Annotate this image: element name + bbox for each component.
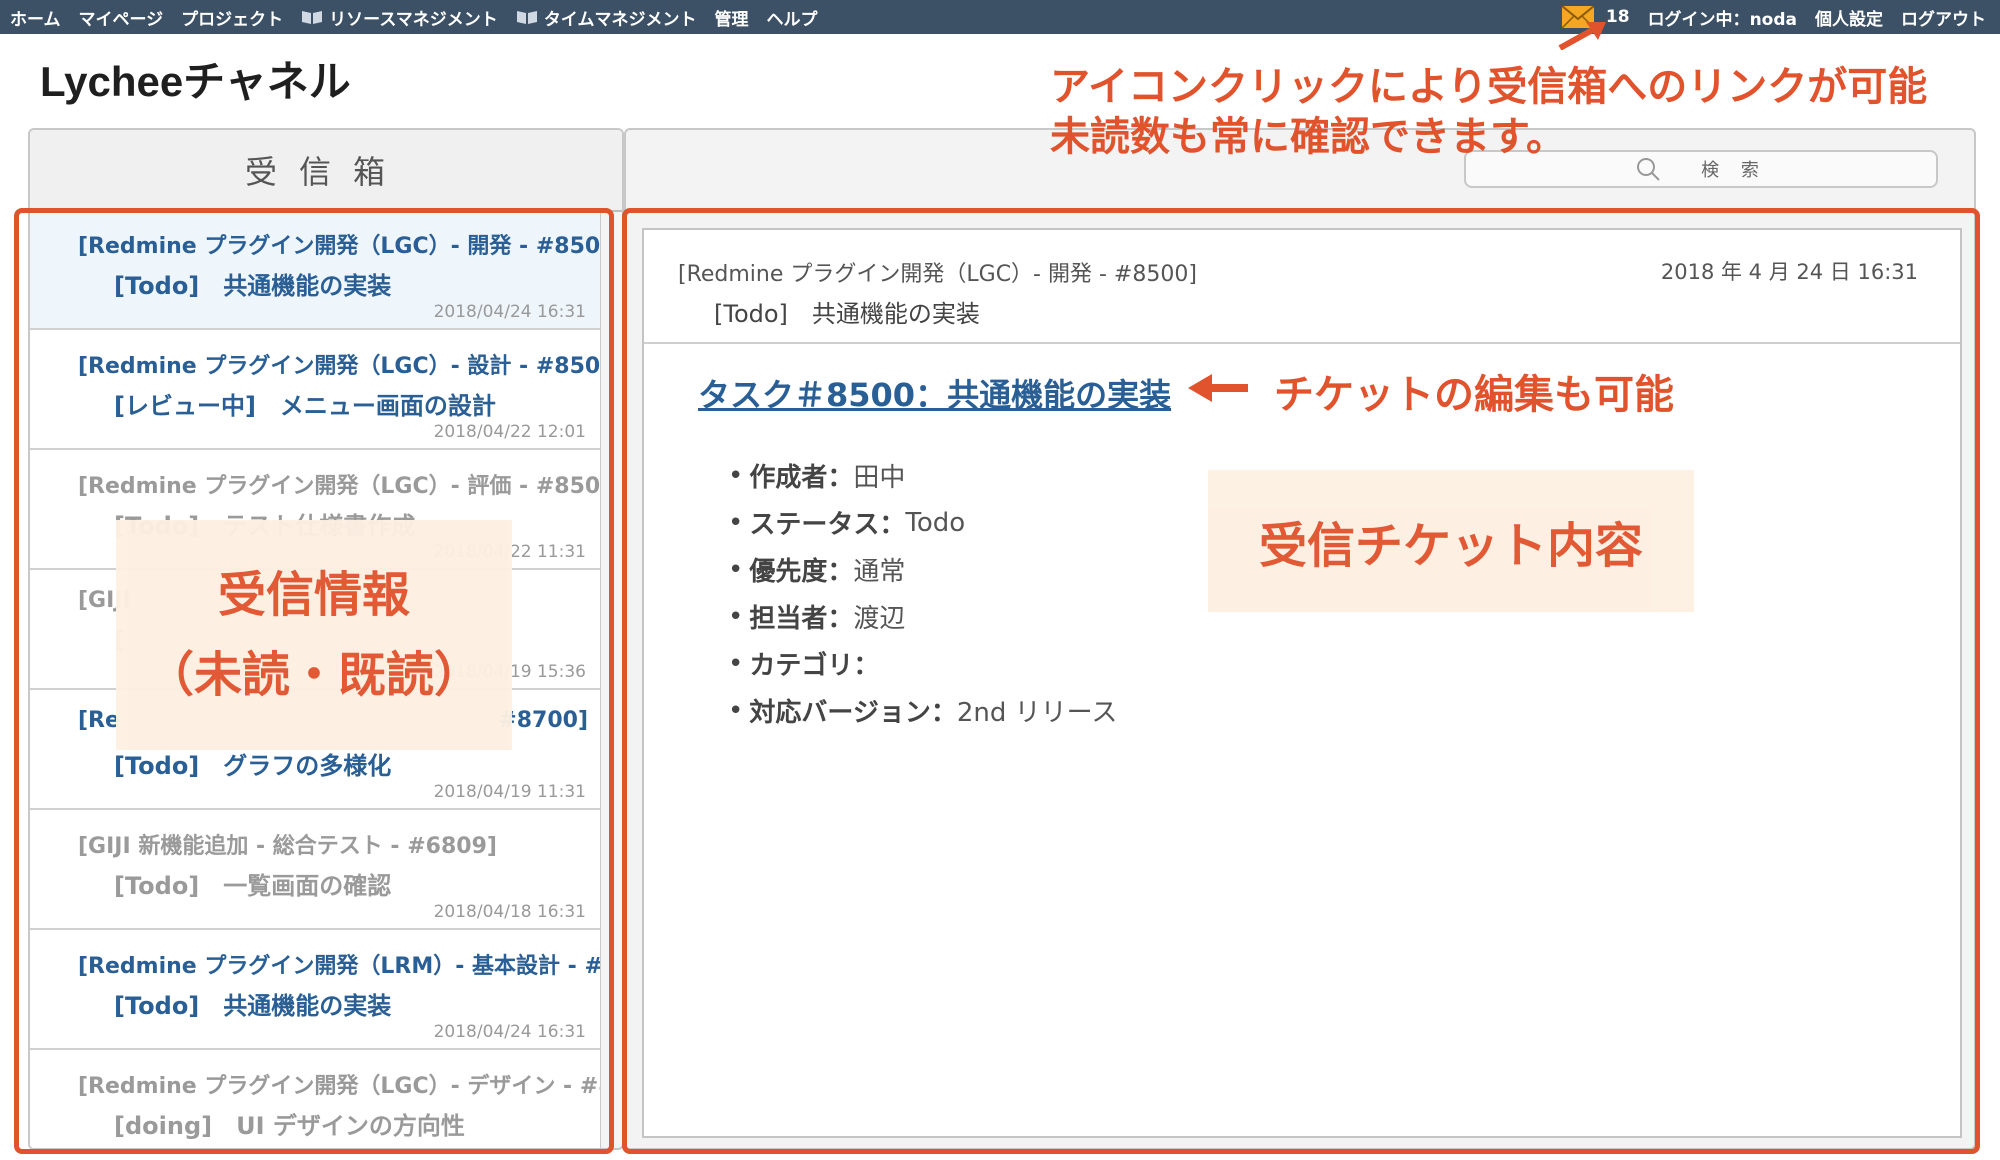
login-status: ログイン中：noda	[1648, 5, 1797, 30]
callout-top-line2: 未読数も常に確認できます。	[1050, 114, 1566, 160]
top-nav-bar: ホーム マイページ プロジェクト リソースマネジメント タイムマネジメント 管理…	[0, 0, 2000, 34]
nav-projects-label: プロジェクト	[181, 9, 284, 30]
nav-settings[interactable]: 個人設定	[1815, 5, 1883, 30]
received-info-line1: 受信情報	[217, 567, 410, 623]
nav-logout-label: ログアウト	[1901, 9, 1986, 30]
nav-resource[interactable]: リソースマネジメント	[301, 5, 498, 30]
nav-home[interactable]: ホーム	[10, 5, 61, 30]
nav-help[interactable]: ヘルプ	[766, 5, 817, 30]
nav-admin-label: 管理	[714, 9, 749, 30]
callout-edit: チケットの編集も可能	[1274, 372, 1674, 418]
received-info-note: 受信情報 （未読・既読）	[116, 520, 512, 750]
nav-mypage[interactable]: マイページ	[79, 5, 164, 30]
nav-time-label: タイムマネジメント	[543, 9, 697, 30]
unread-count: 18	[1605, 7, 1630, 27]
login-user[interactable]: noda	[1750, 10, 1797, 30]
nav-home-label: ホーム	[10, 9, 61, 30]
search-icon	[1637, 158, 1660, 181]
received-info-line2: （未読・既読）	[145, 647, 482, 703]
arrow-left-icon	[1188, 374, 1248, 402]
book-icon	[516, 11, 537, 24]
page-title: Lycheeチャネル	[40, 58, 351, 105]
inbox-header: 受信箱	[30, 130, 622, 212]
nav-help-label: ヘルプ	[766, 9, 818, 30]
nav-right: 18 ログイン中：noda 個人設定 ログアウト	[1561, 0, 1986, 34]
nav-time[interactable]: タイムマネジメント	[516, 5, 697, 30]
arrow-icon	[1558, 22, 1606, 50]
book-icon	[302, 11, 323, 24]
login-label: ログイン中：	[1647, 9, 1750, 30]
nav-left: ホーム マイページ プロジェクト リソースマネジメント タイムマネジメント 管理…	[10, 0, 817, 34]
search-label: 検 索	[1701, 160, 1767, 181]
nav-settings-label: 個人設定	[1815, 9, 1883, 30]
nav-admin[interactable]: 管理	[714, 5, 748, 30]
nav-projects[interactable]: プロジェクト	[181, 5, 283, 30]
nav-mypage-label: マイページ	[78, 9, 164, 30]
detail-highlight-frame	[622, 208, 1980, 1154]
nav-resource-label: リソースマネジメント	[329, 9, 498, 30]
received-content-note: 受信チケット内容	[1208, 470, 1694, 612]
received-content-text: 受信チケット内容	[1258, 518, 1643, 574]
nav-logout[interactable]: ログアウト	[1901, 5, 1986, 30]
